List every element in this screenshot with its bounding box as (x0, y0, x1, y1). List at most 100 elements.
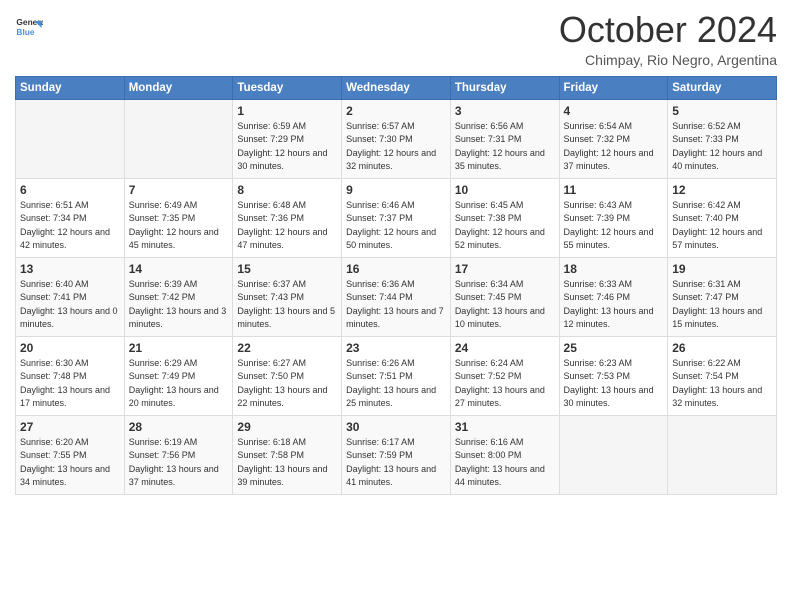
sunset-text: Sunset: 7:55 PM (20, 449, 120, 463)
calendar-cell: 29Sunrise: 6:18 AMSunset: 7:58 PMDayligh… (233, 415, 342, 494)
day-number: 21 (129, 341, 229, 355)
calendar-cell: 14Sunrise: 6:39 AMSunset: 7:42 PMDayligh… (124, 257, 233, 336)
day-number: 3 (455, 104, 555, 118)
sunset-text: Sunset: 7:48 PM (20, 370, 120, 384)
sunrise-text: Sunrise: 6:40 AM (20, 278, 120, 292)
daylight-text: Daylight: 13 hours and 39 minutes. (237, 463, 337, 490)
day-number: 1 (237, 104, 337, 118)
daylight-text: Daylight: 13 hours and 10 minutes. (455, 305, 555, 332)
day-number: 13 (20, 262, 120, 276)
day-header-tuesday: Tuesday (233, 76, 342, 99)
day-info: Sunrise: 6:22 AMSunset: 7:54 PMDaylight:… (672, 357, 772, 411)
daylight-text: Daylight: 12 hours and 45 minutes. (129, 226, 229, 253)
daylight-text: Daylight: 13 hours and 25 minutes. (346, 384, 446, 411)
calendar-cell (559, 415, 668, 494)
sunrise-text: Sunrise: 6:30 AM (20, 357, 120, 371)
sunrise-text: Sunrise: 6:43 AM (564, 199, 664, 213)
sunset-text: Sunset: 7:43 PM (237, 291, 337, 305)
day-header-wednesday: Wednesday (342, 76, 451, 99)
sunrise-text: Sunrise: 6:24 AM (455, 357, 555, 371)
sunrise-text: Sunrise: 6:52 AM (672, 120, 772, 134)
header-right: October 2024 Chimpay, Rio Negro, Argenti… (559, 10, 777, 68)
daylight-text: Daylight: 13 hours and 7 minutes. (346, 305, 446, 332)
calendar-cell: 18Sunrise: 6:33 AMSunset: 7:46 PMDayligh… (559, 257, 668, 336)
sunset-text: Sunset: 7:56 PM (129, 449, 229, 463)
calendar-cell: 13 Sunrise: 6:40 AMSunset: 7:41 PMDayligh… (16, 257, 125, 336)
sunset-text: Sunset: 7:37 PM (346, 212, 446, 226)
day-number: 5 (672, 104, 772, 118)
sunrise-text: Sunrise: 6:23 AM (564, 357, 664, 371)
day-header-monday: Monday (124, 76, 233, 99)
day-number: 18 (564, 262, 664, 276)
sunset-text: Sunset: 7:52 PM (455, 370, 555, 384)
month-title: October 2024 (559, 10, 777, 50)
calendar-cell: 5 Sunrise: 6:52 AMSunset: 7:33 PMDaylight… (668, 99, 777, 178)
week-row-5: 27 Sunrise: 6:20 AMSunset: 7:55 PMDayligh… (16, 415, 777, 494)
calendar-cell: 15Sunrise: 6:37 AMSunset: 7:43 PMDayligh… (233, 257, 342, 336)
sunrise-text: Sunrise: 6:17 AM (346, 436, 446, 450)
sunset-text: Sunset: 7:50 PM (237, 370, 337, 384)
sunset-text: Sunset: 7:35 PM (129, 212, 229, 226)
sunset-text: Sunset: 7:34 PM (20, 212, 120, 226)
day-info: Sunrise: 6:18 AMSunset: 7:58 PMDaylight:… (237, 436, 337, 490)
daylight-text: Daylight: 13 hours and 27 minutes. (455, 384, 555, 411)
sunrise-text: Sunrise: 6:59 AM (237, 120, 337, 134)
calendar-cell: 1Sunrise: 6:59 AMSunset: 7:29 PMDaylight… (233, 99, 342, 178)
week-row-4: 20 Sunrise: 6:30 AMSunset: 7:48 PM Dayligh… (16, 336, 777, 415)
day-info: Sunrise: 6:19 AMSunset: 7:56 PMDaylight:… (129, 436, 229, 490)
daylight-text: Daylight: 13 hours and 12 minutes. (564, 305, 664, 332)
calendar-cell: 10Sunrise: 6:45 AMSunset: 7:38 PMDayligh… (450, 178, 559, 257)
sunset-text: Sunset: 7:40 PM (672, 212, 772, 226)
calendar-cell: 24 Sunrise: 6:24 AMSunset: 7:52 PMDayligh… (450, 336, 559, 415)
calendar-cell: 3Sunrise: 6:56 AMSunset: 7:31 PMDaylight… (450, 99, 559, 178)
calendar-cell: 31Sunrise: 6:16 AMSunset: 8:00 PMDayligh… (450, 415, 559, 494)
sunrise-text: Sunrise: 6:37 AM (237, 278, 337, 292)
daylight-text: Daylight: 12 hours and 32 minutes. (346, 147, 446, 174)
calendar-cell: 17Sunrise: 6:34 AMSunset: 7:45 PMDayligh… (450, 257, 559, 336)
sunrise-text: Sunrise: 6:29 AM (129, 357, 229, 371)
sunset-text: Sunset: 7:31 PM (455, 133, 555, 147)
day-info: Sunrise: 6:45 AMSunset: 7:38 PMDaylight:… (455, 199, 555, 253)
day-info: Sunrise: 6:46 AMSunset: 7:37 PMDaylight:… (346, 199, 446, 253)
day-info: Sunrise: 6:48 AMSunset: 7:36 PMDaylight:… (237, 199, 337, 253)
sunset-text: Sunset: 7:54 PM (672, 370, 772, 384)
sunrise-text: Sunrise: 6:56 AM (455, 120, 555, 134)
calendar-cell: 16Sunrise: 6:36 AMSunset: 7:44 PMDayligh… (342, 257, 451, 336)
sunset-text: Sunset: 7:33 PM (672, 133, 772, 147)
calendar-cell: 23Sunrise: 6:26 AMSunset: 7:51 PMDayligh… (342, 336, 451, 415)
calendar-cell (124, 99, 233, 178)
sunset-text: Sunset: 7:58 PM (237, 449, 337, 463)
sunset-text: Sunset: 7:41 PM (20, 291, 120, 305)
day-number: 26 (672, 341, 772, 355)
day-number: 31 (455, 420, 555, 434)
calendar-cell (16, 99, 125, 178)
day-number: 20 (20, 341, 120, 355)
sunrise-text: Sunrise: 6:45 AM (455, 199, 555, 213)
calendar-cell: 9Sunrise: 6:46 AMSunset: 7:37 PMDaylight… (342, 178, 451, 257)
sunrise-text: Sunrise: 6:48 AM (237, 199, 337, 213)
daylight-text: Daylight: 12 hours and 57 minutes. (672, 226, 772, 253)
day-number: 28 (129, 420, 229, 434)
day-info: Sunrise: 6:39 AMSunset: 7:42 PMDaylight:… (129, 278, 229, 332)
day-info: Sunrise: 6:24 AMSunset: 7:52 PMDaylight:… (455, 357, 555, 411)
sunset-text: Sunset: 8:00 PM (455, 449, 555, 463)
day-header-saturday: Saturday (668, 76, 777, 99)
day-number: 7 (129, 183, 229, 197)
sunrise-text: Sunrise: 6:51 AM (20, 199, 120, 213)
sunset-text: Sunset: 7:29 PM (237, 133, 337, 147)
day-number: 17 (455, 262, 555, 276)
day-number: 27 (20, 420, 120, 434)
calendar-cell: 30Sunrise: 6:17 AMSunset: 7:59 PMDayligh… (342, 415, 451, 494)
day-info: Sunrise: 6:52 AMSunset: 7:33 PMDaylight:… (672, 120, 772, 174)
day-info: Sunrise: 6:20 AMSunset: 7:55 PMDaylight:… (20, 436, 120, 490)
daylight-text: Daylight: 12 hours and 37 minutes. (564, 147, 664, 174)
sunrise-text: Sunrise: 6:57 AM (346, 120, 446, 134)
daylight-text: Daylight: 13 hours and 3 minutes. (129, 305, 229, 332)
day-info: Sunrise: 6:40 AMSunset: 7:41 PMDaylight:… (20, 278, 120, 332)
day-number: 24 (455, 341, 555, 355)
day-info: Sunrise: 6:23 AMSunset: 7:53 PMDaylight:… (564, 357, 664, 411)
day-info: Sunrise: 6:27 AMSunset: 7:50 PMDaylight:… (237, 357, 337, 411)
daylight-text: Daylight: 13 hours and 34 minutes. (20, 463, 120, 490)
day-number: 6 (20, 183, 120, 197)
calendar-cell: 27 Sunrise: 6:20 AMSunset: 7:55 PMDayligh… (16, 415, 125, 494)
